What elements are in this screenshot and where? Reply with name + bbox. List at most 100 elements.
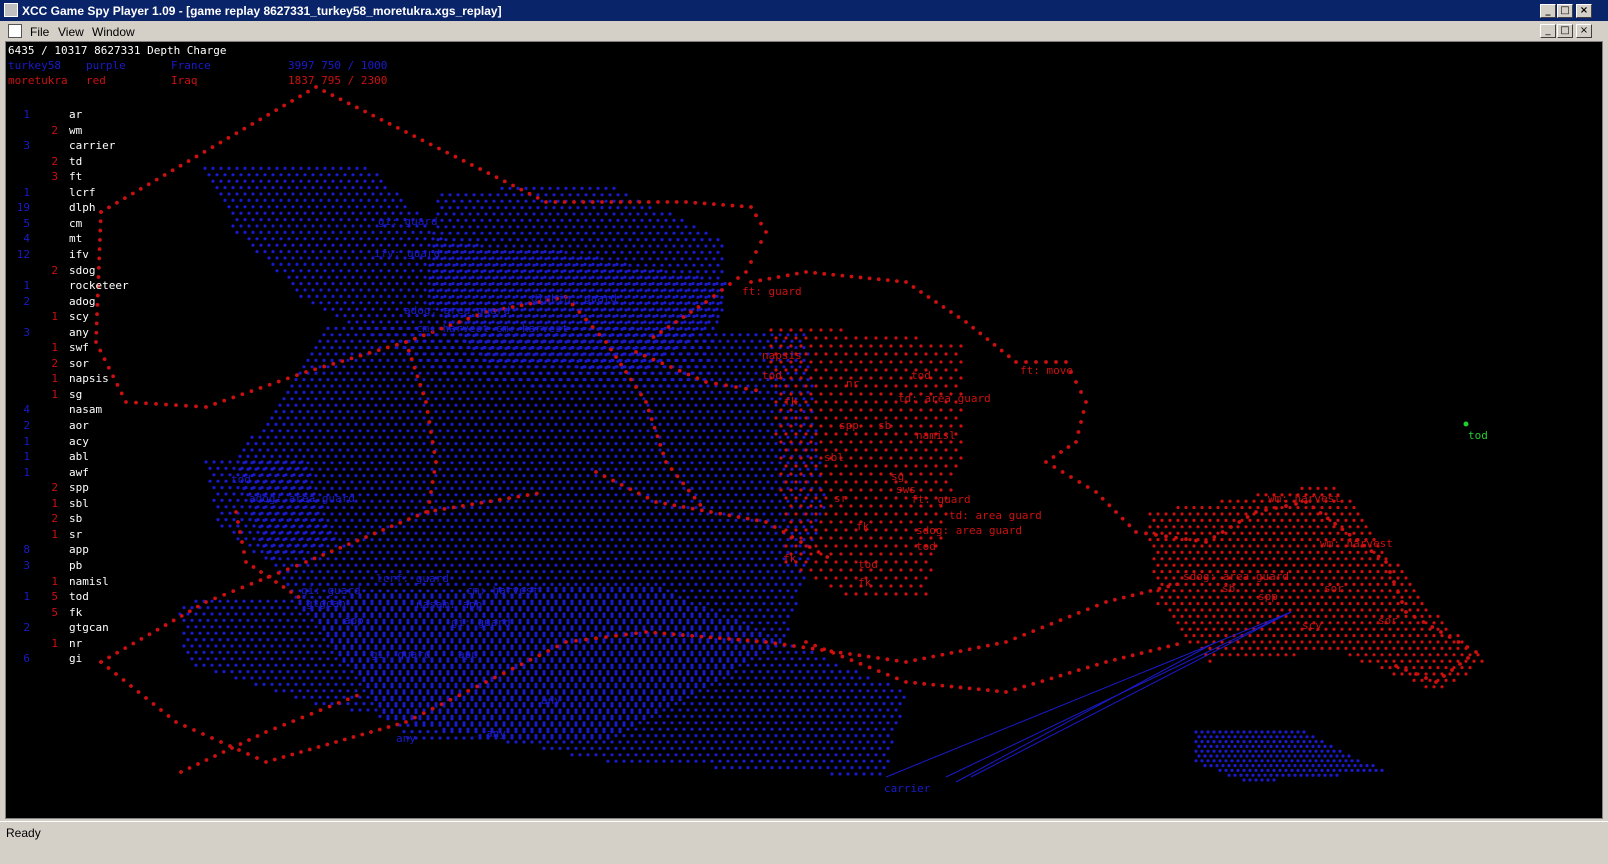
unit-order-label: ifv: guard <box>374 247 441 260</box>
unit-order-label: carrier <box>884 782 931 795</box>
unit-type-name: wm <box>69 123 83 137</box>
unit-type-name: nasam <box>69 403 103 417</box>
unit-order-label: gi: guard <box>371 648 431 661</box>
replay-map-canvas[interactable]: 6435 / 10317 8627331 Depth Charge turkey… <box>5 41 1603 819</box>
unit-red-count: 1 <box>51 636 58 650</box>
unit-order-label: any <box>486 727 506 740</box>
unit-order-label: cm: harvest cm: harvest <box>416 322 569 335</box>
unit-order-label: sdog: area guard <box>1183 570 1289 583</box>
player1-country: France <box>171 59 211 72</box>
unit-red-count: 1 <box>51 387 58 401</box>
unit-order-label: sb <box>1222 582 1236 595</box>
unit-blue-count: 5 <box>23 216 30 230</box>
unit-order-label: gi: guard <box>301 584 361 597</box>
unit-type-name: scy <box>69 310 89 324</box>
unit-blue-count: 1 <box>23 279 30 293</box>
unit-order-label: nasam: app <box>416 598 483 611</box>
unit-order-label: sb <box>878 419 892 432</box>
menu-bar: File View Window _ □ × <box>0 21 1608 41</box>
unit-order-label: sg <box>891 470 905 483</box>
status-text: Ready <box>6 826 41 840</box>
unit-blue-count: 4 <box>23 403 30 417</box>
unit-order-label: gi: guard <box>451 616 511 629</box>
title-bar: XCC Game Spy Player 1.09 - [game replay … <box>0 0 1608 21</box>
unit-type-name: pb <box>69 558 83 572</box>
unit-red-count: 1 <box>51 372 58 386</box>
unit-blue-count: 1 <box>23 108 30 121</box>
maximize-button[interactable]: □ <box>1557 4 1573 18</box>
unit-order-label: sor <box>1324 582 1344 595</box>
unit-order-label: dlphin: guard <box>531 292 618 305</box>
unit-order-label: tod <box>916 540 936 553</box>
window-title: XCC Game Spy Player 1.09 - [game replay … <box>22 4 502 18</box>
unit-type-name: adog <box>69 294 96 308</box>
unit-order-label: adog: area guard <box>249 492 355 505</box>
unit-blue-count: 12 <box>16 247 30 261</box>
unit-blue-count: 3 <box>23 139 30 153</box>
unit-order-label: tod <box>231 473 251 486</box>
unit-order-label: cm: harvest <box>466 584 539 597</box>
unit-type-name: gtgcan <box>69 621 109 635</box>
unit-blue-count: 1 <box>23 590 30 604</box>
unit-order-label: wm: harvest <box>1320 537 1393 550</box>
unit-order-label: gi: guard <box>378 215 438 228</box>
unit-order-label: tod <box>1468 429 1488 442</box>
unit-order-label: sdog: area guard <box>916 524 1022 537</box>
unit-blue-count: 1 <box>23 434 30 448</box>
unit-order-label: sr <box>834 492 848 505</box>
unit-order-label: nr <box>846 377 860 390</box>
unit-type-name: mt <box>69 232 83 246</box>
unit-red-count: 5 <box>51 590 58 604</box>
unit-red-count: 1 <box>51 574 58 588</box>
unit-order-label: napsis <box>762 349 802 362</box>
menu-file[interactable]: File <box>30 25 49 39</box>
unit-red-count: 1 <box>51 341 58 355</box>
unit-red-count: 2 <box>51 481 58 495</box>
unit-type-name: ar <box>69 108 83 121</box>
unit-order-label: any <box>541 694 561 707</box>
unit-type-name: sbl <box>69 496 89 510</box>
minimize-button[interactable]: _ <box>1540 4 1556 18</box>
unit-type-name: ifv <box>69 247 89 261</box>
unit-type-name: any <box>69 325 89 339</box>
unit-order-label: td: area guard <box>898 392 991 405</box>
unit-red-count: 5 <box>51 605 58 619</box>
unit-order-label: app <box>344 614 364 627</box>
child-restore-button[interactable]: □ <box>1557 24 1573 38</box>
unit-type-name: spp <box>69 481 89 495</box>
unit-order-label: ft: guard <box>742 285 802 298</box>
player2-color: red <box>86 74 106 87</box>
app-icon[interactable] <box>4 3 18 17</box>
unit-red-count: 2 <box>51 123 58 137</box>
unit-type-name: sor <box>69 356 89 370</box>
unit-order-label: namisl <box>916 429 956 442</box>
player1-stats: 3997 750 / 1000 <box>288 59 388 72</box>
unit-order-label: fk <box>856 520 870 533</box>
unit-order-label: fk <box>784 395 798 408</box>
child-minimize-button[interactable]: _ <box>1540 24 1556 38</box>
unit-order-label: fk <box>783 552 797 565</box>
unit-type-name: napsis <box>69 372 109 386</box>
unit-blue-count: 4 <box>23 232 30 246</box>
unit-order-label: sor <box>1378 614 1398 627</box>
unit-red-count: 2 <box>51 263 58 277</box>
unit-blue-count: 1 <box>23 465 30 479</box>
unit-type-name: app <box>69 543 89 557</box>
unit-blue-count: 2 <box>23 419 30 432</box>
document-icon[interactable] <box>8 24 22 38</box>
unit-type-name: namisl <box>69 574 109 588</box>
status-bar: Ready <box>0 821 1608 844</box>
unit-order-label: wm: harvest <box>1268 492 1341 505</box>
unit-type-name: fk <box>69 605 83 619</box>
player2-country: Iraq <box>171 74 198 87</box>
unit-type-name: sg <box>69 387 83 401</box>
unit-type-name: rocketeer <box>69 279 129 293</box>
menu-view[interactable]: View <box>58 25 84 39</box>
unit-order-label: lcrf: guard <box>376 572 449 585</box>
unit-type-name: sdog <box>69 263 96 277</box>
unit-blue-count: 6 <box>23 652 30 666</box>
child-close-button[interactable]: × <box>1576 24 1592 38</box>
unit-red-count: 1 <box>51 310 58 324</box>
menu-window[interactable]: Window <box>92 25 135 39</box>
close-button[interactable]: × <box>1576 4 1592 18</box>
